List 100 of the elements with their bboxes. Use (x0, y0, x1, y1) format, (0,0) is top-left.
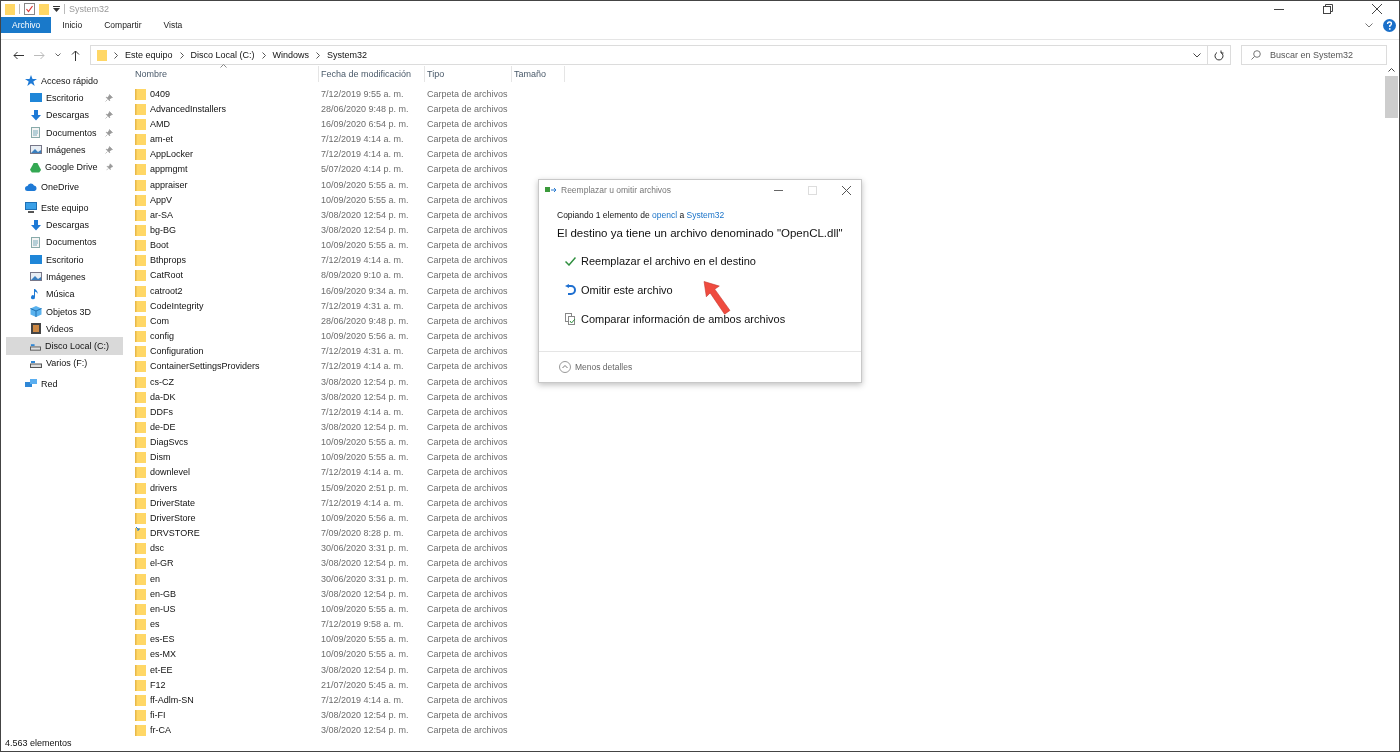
chevron-down-icon[interactable] (1193, 52, 1201, 58)
nav-item[interactable]: Música (1, 285, 123, 303)
breadcrumb-item[interactable]: Este equipo (125, 50, 173, 60)
nav-item[interactable]: Documentos (1, 233, 123, 251)
address-bar[interactable]: Este equipo Disco Local (C:) Windows System32 (90, 45, 1208, 65)
nav-item[interactable]: Imágenes (1, 268, 123, 286)
file-name[interactable]: DriverState (150, 497, 195, 508)
option-button[interactable]: Reemplazar el archivo en el destino (557, 251, 756, 271)
nav-item[interactable]: OneDrive (1, 178, 123, 197)
file-name[interactable]: am-et (150, 134, 173, 145)
caret-icon[interactable] (53, 6, 60, 12)
file-name[interactable]: CatRoot (150, 270, 184, 281)
file-name[interactable]: Dism (150, 452, 171, 463)
file-name[interactable]: et-EE (150, 664, 173, 675)
file-name[interactable]: AdvancedInstallers (150, 103, 227, 114)
file-name[interactable]: DDFs (150, 406, 173, 417)
nav-item[interactable]: Imágenes (1, 141, 123, 159)
nav-item[interactable]: Descargas (1, 106, 123, 124)
file-name[interactable]: dsc (150, 543, 164, 554)
file-name[interactable]: da-DK (150, 391, 176, 402)
column-header[interactable]: Nombre (133, 66, 319, 82)
file-name[interactable]: es-MX (150, 649, 176, 660)
file-name[interactable]: catroot2 (150, 285, 183, 296)
ribbon-tab[interactable]: Inicio (51, 17, 94, 33)
caret-icon[interactable] (55, 53, 61, 57)
pin-icon[interactable] (105, 128, 113, 137)
file-name[interactable]: appraiser (150, 179, 188, 190)
chevron-right-icon[interactable] (179, 51, 184, 59)
nav-item[interactable]: Disco Local (C:) (6, 337, 123, 355)
option-button[interactable]: Omitir este archivo (557, 280, 673, 300)
nav-item[interactable]: Objetos 3D (1, 302, 123, 321)
file-name[interactable]: AppLocker (150, 149, 194, 160)
file-name[interactable]: Com (150, 315, 169, 326)
ribbon-tab[interactable]: Vista (152, 17, 194, 33)
file-name[interactable]: CodeIntegrity (150, 300, 204, 311)
nav-item[interactable]: Descargas (1, 216, 123, 234)
chevron-right-icon[interactable] (316, 51, 321, 59)
nav-item[interactable]: Escritorio (1, 250, 123, 269)
file-name[interactable]: el-GR (150, 558, 174, 569)
chevron-down-icon[interactable] (1365, 22, 1373, 28)
file-name[interactable]: ff-Adlm-SN (150, 694, 194, 705)
file-name[interactable]: en-US (150, 603, 176, 614)
option-button[interactable]: Comparar información de ambos archivos (557, 309, 786, 329)
file-name[interactable]: fr-CA (150, 725, 171, 736)
file-name[interactable]: ar-SA (150, 209, 173, 220)
nav-item[interactable]: Acceso rápido (1, 72, 123, 90)
pin-icon[interactable] (105, 163, 113, 172)
file-name[interactable]: DiagSvcs (150, 437, 188, 448)
ribbon-tab[interactable]: Compartir (93, 17, 153, 33)
file-name[interactable]: Bthprops (150, 255, 187, 266)
chevron-right-icon[interactable] (114, 51, 118, 59)
file-name[interactable]: F12 (150, 679, 166, 690)
scroll-up-icon[interactable] (1388, 68, 1395, 72)
ribbon-tab[interactable]: Archivo (1, 17, 52, 33)
refresh-button[interactable] (1207, 45, 1231, 65)
file-name[interactable]: es (150, 619, 160, 630)
nav-item[interactable]: Red (1, 375, 123, 393)
up-arrow-icon[interactable] (71, 49, 80, 61)
file-name[interactable]: fi-FI (150, 710, 166, 720)
pin-icon[interactable] (105, 93, 113, 102)
file-name[interactable]: en-GB (150, 588, 176, 599)
file-name[interactable]: bg-BG (150, 225, 176, 235)
column-header[interactable]: Tamaño (512, 66, 565, 82)
column-header[interactable]: Fecha de modificación (319, 66, 425, 82)
file-name[interactable]: Boot (150, 240, 169, 251)
scroll-thumb[interactable] (1385, 76, 1398, 118)
breadcrumb-item[interactable]: Disco Local (C:) (190, 50, 255, 60)
help-icon[interactable] (1383, 18, 1396, 32)
file-name[interactable]: Configuration (150, 346, 204, 357)
column-header[interactable]: Tipo (425, 66, 512, 82)
pin-icon[interactable] (105, 145, 113, 154)
file-name[interactable]: config (150, 331, 175, 342)
file-name[interactable]: es-ES (150, 634, 175, 645)
destination-link[interactable]: System32 (686, 210, 725, 220)
nav-item[interactable]: Google Drive (1, 158, 123, 176)
source-link[interactable]: opencl (652, 210, 678, 220)
file-name[interactable]: appmgmt (150, 164, 188, 175)
file-name[interactable]: en (150, 573, 160, 584)
file-name[interactable]: DRVSTORE (150, 528, 200, 539)
nav-item[interactable]: Varios (F:) (1, 354, 123, 373)
chevron-right-icon[interactable] (261, 51, 266, 59)
nav-item[interactable]: Escritorio (1, 89, 123, 107)
file-name[interactable]: AMD (150, 118, 170, 129)
file-name[interactable]: ContainerSettingsProviders (150, 361, 260, 372)
file-name[interactable]: DriverStore (150, 512, 196, 523)
search-field[interactable]: Buscar en System32 (1241, 45, 1387, 65)
nav-item[interactable]: Documentos (1, 123, 123, 142)
file-name[interactable]: AppV (150, 194, 173, 205)
file-name[interactable]: downlevel (150, 467, 191, 478)
back-arrow-icon[interactable] (13, 50, 24, 60)
nav-item[interactable]: Videos (1, 320, 123, 338)
file-name[interactable]: de-DE (150, 422, 176, 432)
file-name[interactable]: cs-CZ (150, 376, 174, 387)
breadcrumb-item[interactable]: System32 (327, 50, 368, 60)
details-toggle[interactable]: Menos detalles (559, 361, 633, 373)
pin-icon[interactable] (105, 111, 113, 120)
file-name[interactable]: drivers (150, 482, 177, 493)
file-name[interactable]: 0409 (150, 88, 171, 99)
breadcrumb-item[interactable]: Windows (272, 50, 310, 60)
properties-icon[interactable] (24, 3, 35, 15)
